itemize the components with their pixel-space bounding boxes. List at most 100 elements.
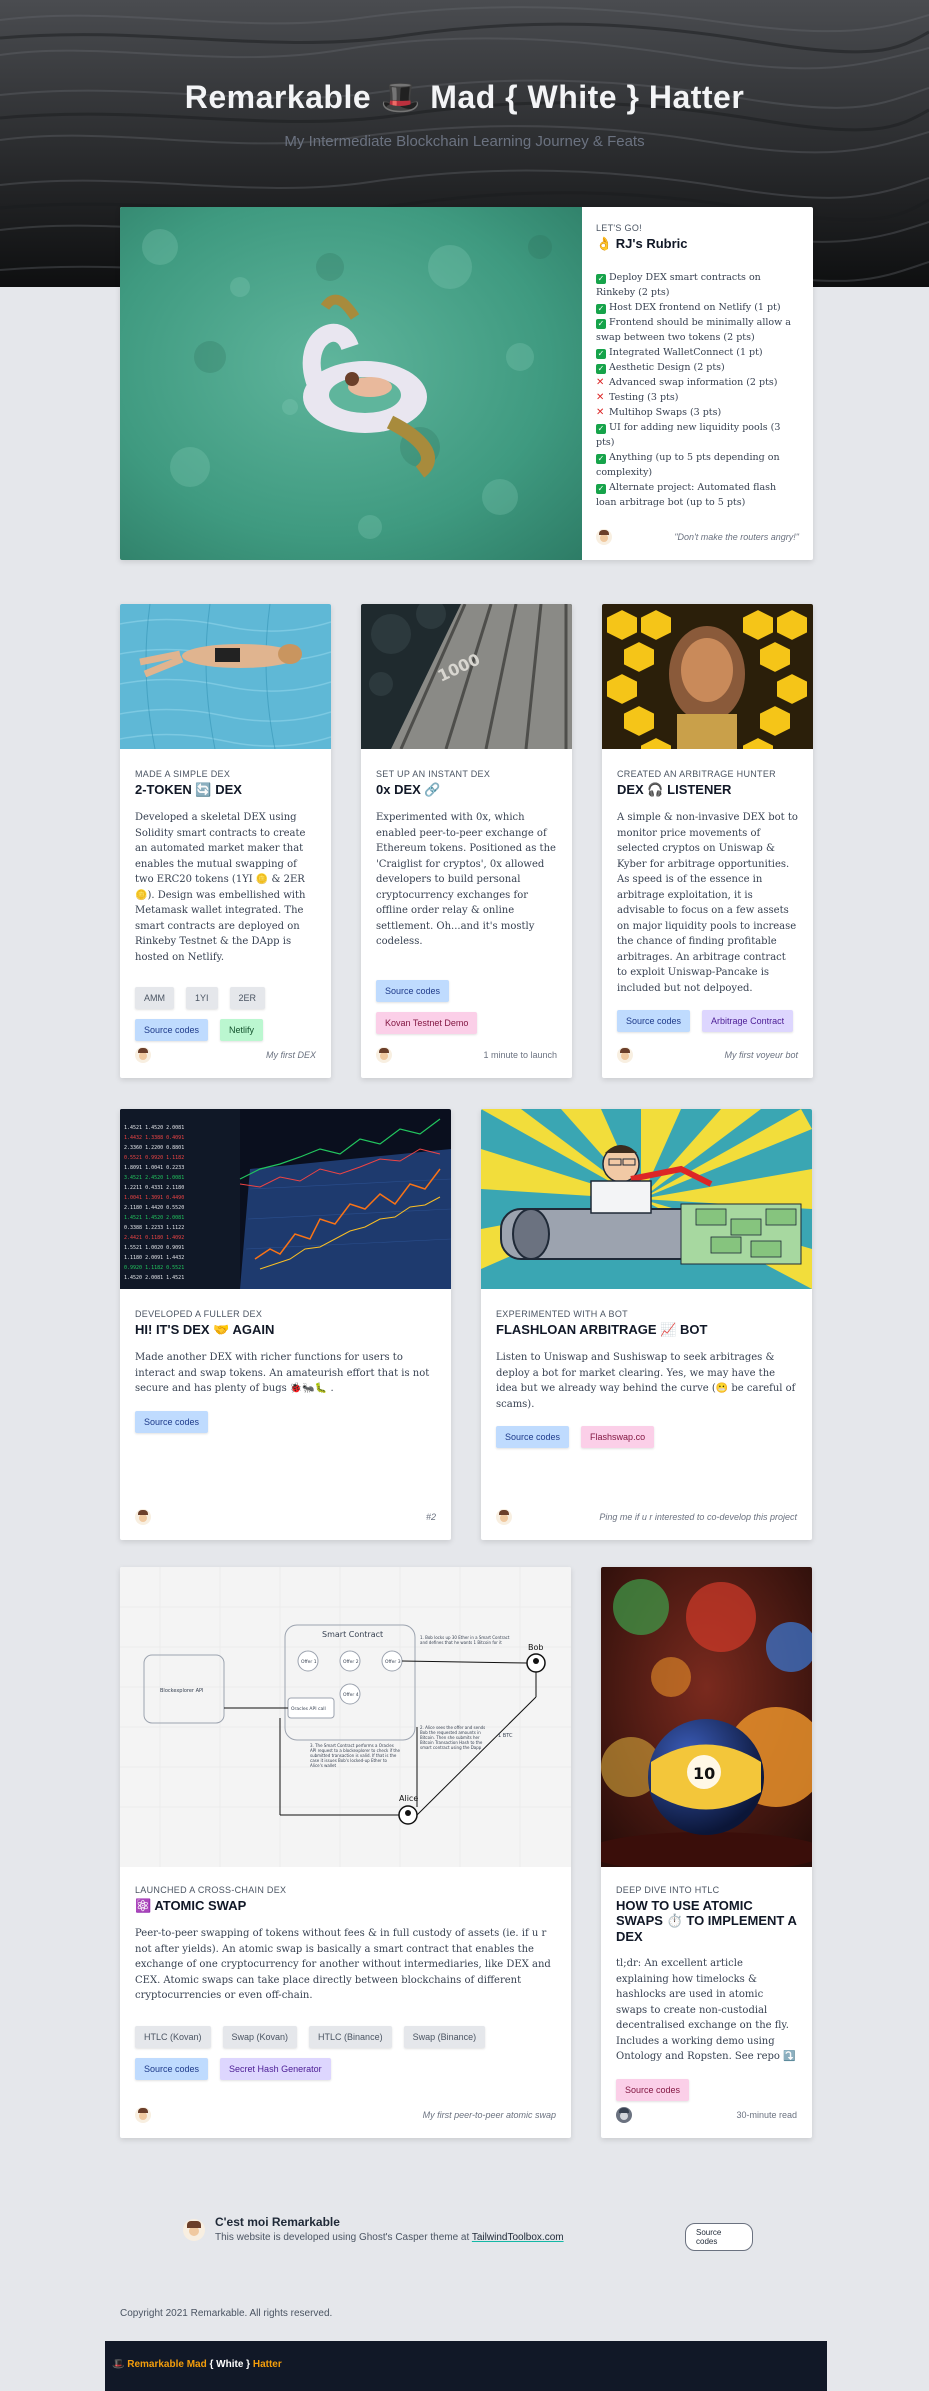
card-footer-note: My first peer-to-peer atomic swap xyxy=(422,2110,556,2120)
source-codes-button[interactable]: Source codes xyxy=(135,1410,209,1433)
diagram-btc-label: 1 BTC xyxy=(498,1733,513,1739)
source-codes-button[interactable]: Source codes xyxy=(376,979,450,1002)
tailwind-toolbox-link[interactable]: TailwindToolbox.com xyxy=(472,2232,564,2243)
author-avatar[interactable] xyxy=(135,1047,151,1063)
author-avatar[interactable] xyxy=(376,1047,392,1063)
tag-list: Source codes xyxy=(135,1410,436,1433)
svg-text:2.1180 1.4420 0.5520: 2.1180 1.4420 0.5520 xyxy=(124,1205,184,1211)
tag-1yi[interactable]: 1YI xyxy=(186,987,218,1009)
cross-icon: ✕ xyxy=(596,407,605,418)
swimmer-pool-image xyxy=(120,604,331,749)
card-description: Made another DEX with richer functions f… xyxy=(135,1352,430,1394)
author-avatar[interactable] xyxy=(135,1509,151,1525)
tag-swap-kovan[interactable]: Swap (Kovan) xyxy=(222,2025,298,2048)
diagram-note-1: 1. Bob locks up 30 Ether in a Smart Cont… xyxy=(420,1635,510,1645)
card-description: Listen to Uniswap and Sushiswap to seek … xyxy=(496,1352,796,1410)
author-description: This website is developed using Ghost's … xyxy=(215,2232,564,2243)
card-footer-note: #2 xyxy=(425,1512,436,1522)
card-title[interactable]: DEX 🎧 LISTENER xyxy=(617,782,798,798)
check-icon: ✓ xyxy=(596,304,606,314)
card-title[interactable]: HI! IT'S DEX 🤝 AGAIN xyxy=(135,1322,436,1338)
card-2-token-dex[interactable]: MADE A SIMPLE DEX 2-TOKEN 🔄 DEX Develope… xyxy=(120,604,331,1078)
tag-2er[interactable]: 2ER xyxy=(229,987,266,1009)
source-codes-button[interactable]: Source codes xyxy=(135,1019,209,1041)
rubric-item-text: Anything (up to 5 pts depending on compl… xyxy=(596,452,780,478)
comic-cannon-image xyxy=(481,1109,812,1289)
featured-rubric-card[interactable]: LET's GO! 👌 RJ's Rubric ✓ Deploy DEX smar… xyxy=(120,207,813,560)
card-title[interactable]: FLASHLOAN ARBITRAGE 📈 BOT xyxy=(496,1322,797,1338)
tag-htlc-kovan[interactable]: HTLC (Kovan) xyxy=(135,2025,211,2048)
card-title[interactable]: 0x DEX 🔗 xyxy=(376,782,557,798)
source-codes-button[interactable]: Source codes xyxy=(496,1426,570,1448)
rubric-item-text: Frontend should be minimally allow a swa… xyxy=(596,317,791,343)
diagram-offer: Offer 1 xyxy=(301,1659,317,1665)
diagram-offer: Offer 2 xyxy=(343,1659,359,1665)
card-body: SET UP AN INSTANT DEX 0x DEX 🔗 Experimen… xyxy=(361,769,572,1034)
card-kicker: LAUNCHED A CROSS-CHAIN DEX xyxy=(135,1885,287,1895)
rubric-item: ✓ Aesthetic Design (2 pts) xyxy=(596,360,799,375)
billiard-ball-image: 10 xyxy=(601,1567,812,1867)
cross-icon: ✕ xyxy=(596,377,605,388)
tag-swap-binance[interactable]: Swap (Binance) xyxy=(403,2025,486,2048)
rubric-footer: "Don't make the routers angry!" xyxy=(596,528,799,546)
tag-htlc-binance[interactable]: HTLC (Binance) xyxy=(309,2025,392,2048)
check-icon: ✓ xyxy=(596,424,606,434)
rubric-item: ✓ Deploy DEX smart contracts on Rinkeby (… xyxy=(596,270,799,300)
arbitrage-contract-button[interactable]: Arbitrage Contract xyxy=(702,1010,794,1032)
author-name: C'est moi Remarkable xyxy=(215,2215,340,2229)
rubric-list: ✓ Deploy DEX smart contracts on Rinkeby (… xyxy=(596,270,799,510)
footer-brand-part: { White } xyxy=(209,2359,251,2370)
card-dex-again[interactable]: 1.4521 1.4520 2.0081 1.4432 1.3388 0.4091… xyxy=(120,1109,451,1540)
source-codes-button[interactable]: Source codes xyxy=(616,2078,690,2101)
card-description: Developed a skeletal DEX using Solidity … xyxy=(135,812,306,963)
kovan-demo-button[interactable]: Kovan Testnet Demo xyxy=(376,1011,478,1034)
card-title[interactable]: 2-TOKEN 🔄 DEX xyxy=(135,782,316,798)
author-section: C'est moi Remarkable This website is dev… xyxy=(183,2212,753,2252)
svg-text:1.4521 1.4520 2.0081: 1.4521 1.4520 2.0081 xyxy=(124,1125,184,1131)
svg-text:0.3388 1.2233 1.1122: 0.3388 1.2233 1.1122 xyxy=(124,1225,184,1231)
tag-list: Source codes Kovan Testnet Demo xyxy=(376,979,557,1034)
card-footer: My first voyeur bot xyxy=(617,1046,798,1064)
author-avatar[interactable] xyxy=(596,529,612,545)
card-title[interactable]: ⚛️ ATOMIC SWAP xyxy=(135,1898,556,1914)
svg-text:1.4432 1.3388 0.4091: 1.4432 1.3388 0.4091 xyxy=(124,1135,184,1141)
source-codes-button[interactable]: Source codes xyxy=(685,2223,753,2251)
card-atomic-swap[interactable]: Smart Contract Blockexplorer API Offer 1… xyxy=(120,1567,571,2138)
card-0x-dex[interactable]: 1000 SET UP AN INSTANT DEX 0x DEX 🔗 Expe… xyxy=(361,604,572,1078)
netlify-button[interactable]: Netlify xyxy=(220,1019,264,1041)
card-body: DEVELOPED A FULLER DEX HI! IT'S DEX 🤝 AG… xyxy=(120,1309,451,1433)
svg-text:1.5521 1.0020 0.9091: 1.5521 1.0020 0.9091 xyxy=(124,1245,184,1251)
rubric-item: ✓ Frontend should be minimally allow a sw… xyxy=(596,315,799,345)
card-title[interactable]: HOW TO USE ATOMIC SWAPS ⏱️ TO IMPLEMENT … xyxy=(616,1898,797,1944)
rubric-item: ✓ Integrated WalletConnect (1 pt) xyxy=(596,345,799,360)
footer-brand-part: 🎩 Remarkable Mad xyxy=(112,2359,210,2370)
secret-hash-generator-button[interactable]: Secret Hash Generator xyxy=(220,2057,331,2080)
card-body: CREATED AN ARBITRAGE HUNTER DEX 🎧 LISTEN… xyxy=(602,769,813,1032)
card-htlc-article[interactable]: 10 DEEP DIVE INTO HTLC HOW TO USE ATOMIC… xyxy=(601,1567,812,2138)
link-list: Source codes Secret Hash Generator xyxy=(135,2057,556,2080)
author-avatar[interactable] xyxy=(183,2219,205,2241)
rubric-body: LET's GO! 👌 RJ's Rubric ✓ Deploy DEX smar… xyxy=(582,223,813,510)
svg-text:1.1180 2.0091 1.4432: 1.1180 2.0091 1.4432 xyxy=(124,1255,184,1261)
check-icon: ✓ xyxy=(596,274,606,284)
diagram-note-3: 3. The Smart Contract performs a Oracles… xyxy=(310,1743,400,1768)
card-dex-listener[interactable]: CREATED AN ARBITRAGE HUNTER DEX 🎧 LISTEN… xyxy=(602,604,813,1078)
flashswap-link-button[interactable]: Flashswap.co xyxy=(581,1426,655,1448)
source-codes-button[interactable]: Source codes xyxy=(135,2057,209,2080)
source-codes-button[interactable]: Source codes xyxy=(617,1010,691,1032)
article-author-avatar[interactable] xyxy=(616,2107,632,2123)
card-description: A simple & non-invasive DEX bot to monit… xyxy=(617,812,798,994)
svg-text:3.4521 2.4520 1.0081: 3.4521 2.4520 1.0081 xyxy=(124,1175,184,1181)
card-footer: 1 minute to launch xyxy=(376,1046,557,1064)
card-body: LAUNCHED A CROSS-CHAIN DEX ⚛️ ATOMIC SWA… xyxy=(120,1885,571,2080)
check-icon: ✓ xyxy=(596,364,606,374)
author-avatar[interactable] xyxy=(135,2107,151,2123)
diagram-alice: Alice xyxy=(399,1794,418,1803)
tag-amm[interactable]: AMM xyxy=(135,987,174,1009)
card-flashloan-bot[interactable]: EXPERIMENTED WITH A BOT FLASHLOAN ARBITR… xyxy=(481,1109,812,1540)
rubric-item-text: Testing (3 pts) xyxy=(609,392,679,403)
card-footer-note: 1 minute to launch xyxy=(483,1050,557,1060)
footer-brand-link[interactable]: 🎩 Remarkable Mad { White } Hatter xyxy=(112,2359,282,2370)
author-avatar[interactable] xyxy=(617,1047,633,1063)
author-avatar[interactable] xyxy=(496,1509,512,1525)
